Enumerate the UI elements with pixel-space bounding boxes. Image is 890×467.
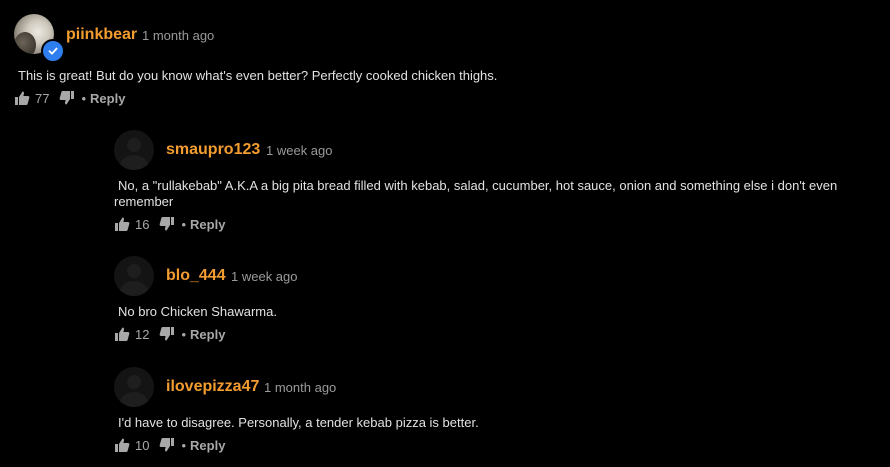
comment-text: I'd have to disagree. Personally, a tend… <box>118 415 479 430</box>
thumbs-up-icon[interactable] <box>114 437 130 453</box>
thumbs-up-icon[interactable] <box>114 326 130 342</box>
username[interactable]: blo_444 <box>166 267 226 285</box>
comment-actions: 16 • Reply <box>114 216 225 232</box>
like-count: 12 <box>135 326 150 342</box>
reply-button[interactable]: Reply <box>190 217 225 232</box>
comment-blo_444: blo_444 1 week ago No bro Chicken Shawar… <box>0 246 890 350</box>
separator-dot: • <box>181 326 187 342</box>
username[interactable]: piinkbear <box>66 26 137 44</box>
like-count: 77 <box>35 90 50 106</box>
thumbs-up-icon[interactable] <box>114 216 130 232</box>
comment-text: This is great! But do you know what's ev… <box>18 68 498 83</box>
thumbs-down-icon[interactable] <box>159 437 175 453</box>
timestamp: 1 month ago <box>142 28 215 43</box>
comment-smaupro123: smaupro123 1 week ago No, a "rullakebab"… <box>0 120 890 238</box>
reply-button[interactable]: Reply <box>190 327 225 342</box>
thumbs-down-icon[interactable] <box>159 216 175 232</box>
thumbs-down-icon[interactable] <box>59 90 75 106</box>
avatar[interactable] <box>114 130 154 170</box>
comment-text: No, a "rullakebab" A.K.A a big pita brea… <box>114 178 838 209</box>
timestamp: 1 week ago <box>266 143 333 158</box>
like-count: 10 <box>135 437 150 453</box>
separator-dot: • <box>81 90 87 106</box>
username[interactable]: ilovepizza47 <box>166 378 259 396</box>
timestamp: 1 month ago <box>264 380 337 395</box>
avatar[interactable] <box>114 367 154 407</box>
reply-button[interactable]: Reply <box>90 91 125 106</box>
avatar[interactable] <box>114 256 154 296</box>
comment-ilovepizza47: ilovepizza47 1 month ago I'd have to dis… <box>0 357 890 467</box>
comment-actions: 12 • Reply <box>114 326 225 342</box>
separator-dot: • <box>181 216 187 232</box>
reply-button[interactable]: Reply <box>190 438 225 453</box>
verified-badge-icon <box>41 39 65 63</box>
username[interactable]: smaupro123 <box>166 141 260 159</box>
thumbs-up-icon[interactable] <box>14 90 30 106</box>
timestamp: 1 week ago <box>231 269 298 284</box>
comment-actions: 10 • Reply <box>114 437 225 453</box>
comment-actions: 77 • Reply <box>14 90 125 106</box>
thumbs-down-icon[interactable] <box>159 326 175 342</box>
separator-dot: • <box>181 437 187 453</box>
comment-text: No bro Chicken Shawarma. <box>118 304 277 319</box>
like-count: 16 <box>135 216 150 232</box>
comment-piinkbear: piinkbear 1 month ago This is great! But… <box>0 0 890 112</box>
